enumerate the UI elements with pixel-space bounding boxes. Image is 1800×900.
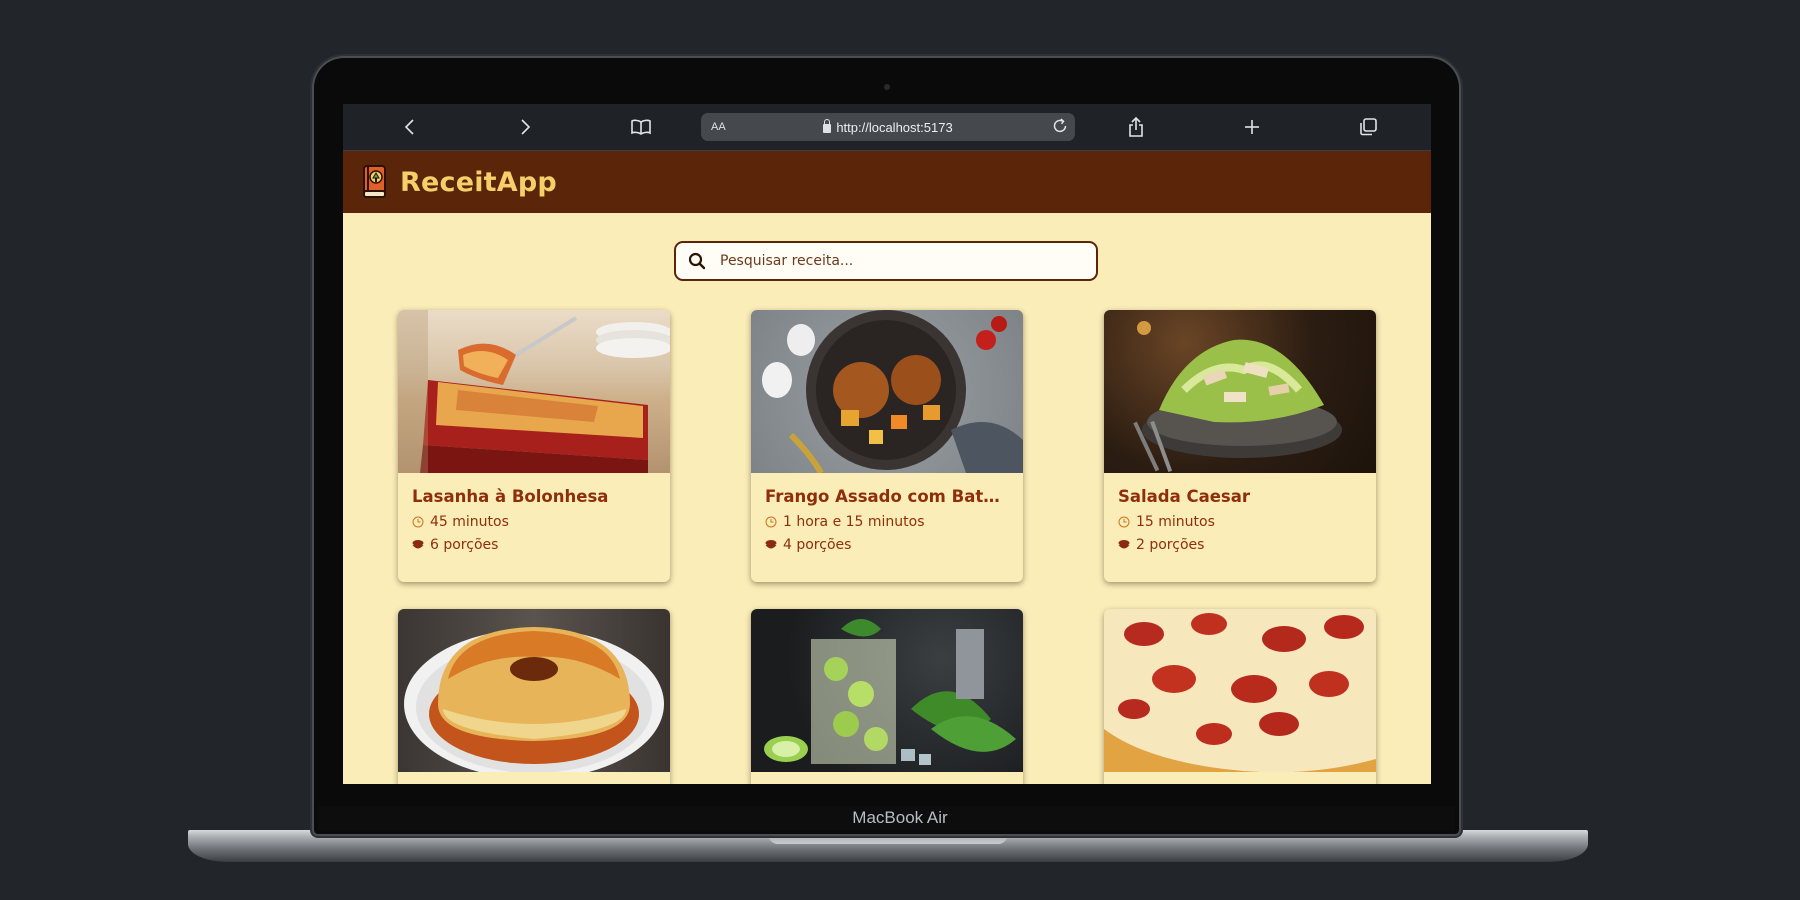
recipe-image [1104, 310, 1376, 473]
recipe-card[interactable]: Lasanha à Bolonhesa 45 minutos 6 porções [398, 310, 670, 582]
device-brand-label: MacBook Air [852, 808, 948, 827]
clock-icon [412, 516, 424, 527]
browser-screen: AA http://localhost:5173 ReceitApp Pesqu… [343, 104, 1431, 784]
share-button[interactable] [1116, 104, 1156, 150]
app-header: ReceitApp [343, 151, 1431, 213]
bowl-icon [765, 539, 777, 548]
clock-icon [1118, 516, 1130, 527]
book-icon [631, 119, 651, 135]
chevron-right-icon [521, 119, 531, 135]
recipe-servings-text: 6 porções [430, 536, 499, 553]
camera [884, 84, 890, 90]
recipe-book-icon [361, 165, 387, 199]
recipe-card[interactable]: Frango Assado com Batat… 1 hora e 15 min… [751, 310, 1023, 582]
tabs-overview-button[interactable] [1348, 104, 1388, 150]
recipe-title[interactable]: Salada Caesar [1118, 487, 1362, 506]
plus-icon [1245, 120, 1259, 134]
recipe-card[interactable] [1104, 609, 1376, 784]
recipe-card[interactable] [398, 609, 670, 784]
search-icon [688, 252, 706, 270]
recipe-servings: 2 porções [1118, 533, 1362, 556]
new-tab-button[interactable] [1232, 104, 1272, 150]
recipe-time-text: 1 hora e 15 minutos [783, 513, 925, 530]
lock-icon [823, 118, 832, 133]
recipe-title[interactable]: Frango Assado com Batat… [765, 487, 1009, 506]
search-box[interactable] [674, 241, 1098, 281]
recipe-image [751, 310, 1023, 473]
recipe-image [398, 310, 670, 473]
recipe-time: 1 hora e 15 minutos [765, 510, 1009, 533]
recipe-time: 15 minutos [1118, 510, 1362, 533]
bowl-icon [412, 539, 424, 548]
clock-icon [765, 516, 777, 527]
chevron-left-icon [404, 119, 414, 135]
reload-icon[interactable] [1051, 117, 1069, 135]
recipe-card[interactable]: Salada Caesar 15 minutos 2 porções [1104, 310, 1376, 582]
forward-button[interactable] [505, 104, 545, 150]
recipe-time-text: 45 minutos [430, 513, 509, 530]
share-icon [1129, 116, 1143, 137]
tabs-icon [1360, 118, 1377, 136]
recipe-servings: 4 porções [765, 533, 1009, 556]
search-input[interactable] [718, 252, 1082, 270]
address-bar[interactable]: AA http://localhost:5173 [701, 113, 1075, 141]
reader-aa-button[interactable]: AA [711, 121, 726, 133]
recipe-time: 45 minutos [412, 510, 656, 533]
recipe-card[interactable] [751, 609, 1023, 784]
app-title: ReceitApp [400, 166, 557, 198]
bowl-icon [1118, 539, 1130, 548]
url-text: http://localhost:5173 [836, 119, 953, 135]
recipe-servings-text: 2 porções [1136, 536, 1205, 553]
recipe-time-text: 15 minutos [1136, 513, 1215, 530]
recipe-image [398, 609, 670, 772]
recipe-servings-text: 4 porções [783, 536, 852, 553]
recipe-image [1104, 609, 1376, 772]
recipe-title[interactable]: Lasanha à Bolonhesa [412, 487, 656, 506]
recipe-image [751, 609, 1023, 772]
desktop-background: MacBook Air AA http://localhost:5173 Rec… [0, 0, 1800, 900]
recipe-servings: 6 porções [412, 533, 656, 556]
bookmarks-button[interactable] [621, 104, 661, 150]
browser-toolbar: AA http://localhost:5173 [343, 104, 1431, 151]
back-button[interactable] [390, 104, 430, 150]
